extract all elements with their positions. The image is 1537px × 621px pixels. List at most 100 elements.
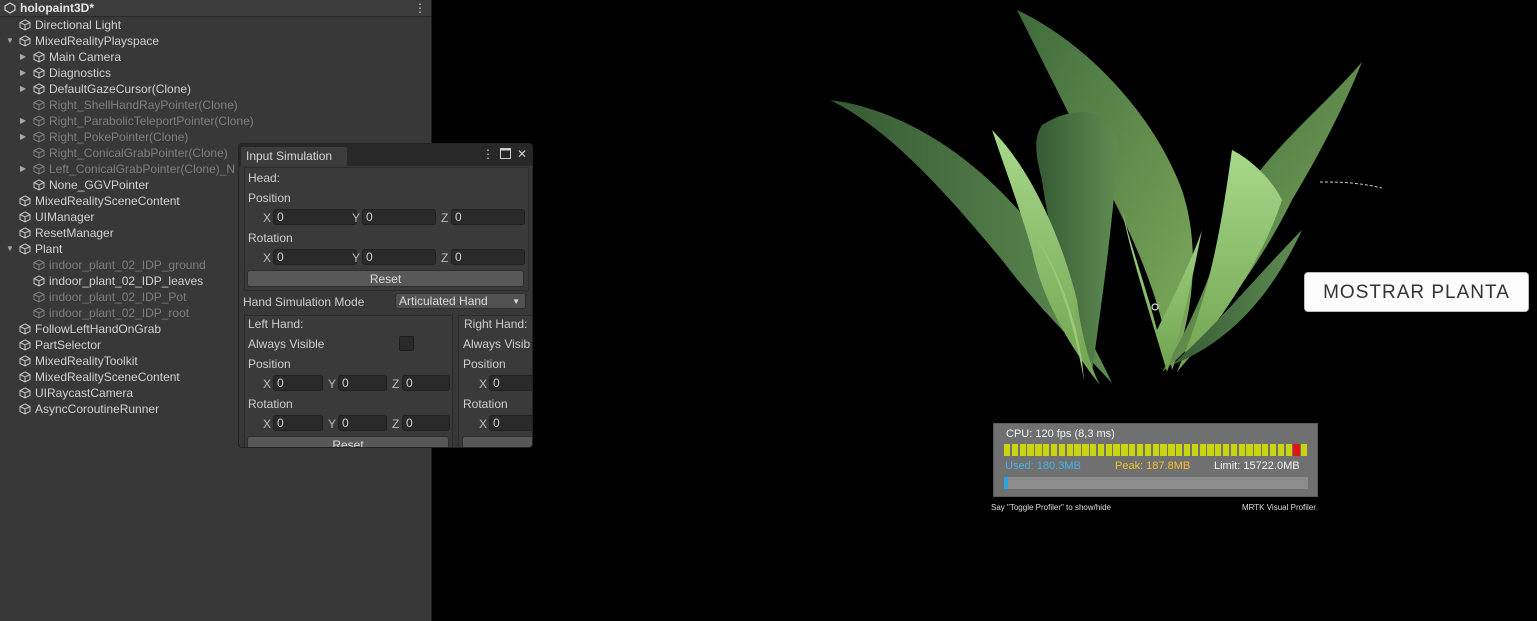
left-rotation-x-field[interactable]: 0 [273,415,323,431]
frame-bar-segment [1058,444,1066,456]
frame-bar-segment [1035,444,1042,456]
frame-bar-segment [1121,444,1128,456]
head-position-label: Position [248,191,291,205]
left-reset-button[interactable]: Reset [247,436,449,447]
hierarchy-item-label: Right_ParabolicTeleportPointer(Clone) [49,114,254,128]
hierarchy-item[interactable]: ▼ MixedRealityPlayspace [0,33,430,49]
expand-arrow-icon[interactable]: ▼ [6,33,16,49]
hierarchy-item-label: None_GGVPointer [49,178,150,192]
left-rotation-y-field[interactable]: 0 [338,415,387,431]
hierarchy-item[interactable]: ▶ Right_ParabolicTeleportPointer(Clone) [0,113,430,129]
axis-x-label: X [263,251,272,265]
gameobject-cube-icon [33,51,45,63]
close-icon[interactable]: ✕ [516,148,528,160]
hierarchy-item-label: indoor_plant_02_IDP_Pot [49,290,187,304]
hierarchy-item[interactable]: ▶ Main Camera [0,49,430,65]
frame-bar-segment [1176,444,1183,456]
memory-bar [1004,477,1308,489]
frame-bar-segment [1066,444,1073,456]
head-label: Head: [248,171,281,185]
frame-bar-segment [1277,444,1285,456]
gameobject-cube-icon [33,131,45,143]
window-tab-bar: Input Simulation ⋮ ✕ [239,144,532,166]
collapse-arrow-icon[interactable]: ▶ [20,161,30,177]
frame-bar-segment [1199,444,1206,456]
hierarchy-item-label: UIRaycastCamera [35,386,134,400]
axis-z-label: Z [441,251,449,265]
hierarchy-item[interactable]: Right_ShellHandRayPointer(Clone) [0,97,430,113]
gameobject-cube-icon [19,323,31,335]
axis-x-label: X [263,417,272,431]
hierarchy-item-label: FollowLeftHandOnGrab [35,322,162,336]
collapse-arrow-icon[interactable]: ▶ [20,49,30,65]
right-hand-label: Right Hand: [464,317,528,331]
left-position-x-field[interactable]: 0 [273,375,323,391]
hierarchy-item-label: Diagnostics [49,66,112,80]
gameobject-cube-icon [33,307,45,319]
mostrar-planta-button[interactable]: MOSTRAR PLANTA [1304,272,1529,312]
gameobject-cube-icon [19,195,31,207]
gameobject-cube-icon [19,355,31,367]
maximize-icon[interactable] [499,148,511,160]
right-reset-button[interactable] [462,436,532,447]
tab-input-simulation[interactable]: Input Simulation [241,147,347,166]
left-always-visible-checkbox[interactable] [399,336,414,351]
frame-bar-segment [1285,444,1292,456]
frame-bar-segment [1113,444,1120,456]
mrtk-visual-profiler: CPU: 120 fps (8,3 ms) Used: 180.3MB Peak… [993,423,1318,497]
frame-bar-segment [1301,444,1308,456]
head-rotation-x-field[interactable]: 0 [273,249,357,265]
frame-bar-segment [1011,444,1019,456]
frame-bar-segment [1238,444,1245,456]
gameobject-cube-icon [33,99,45,111]
hierarchy-item-label: Right_PokePointer(Clone) [49,130,189,144]
hierarchy-item-label: AsyncCoroutineRunner [35,402,160,416]
frame-bar-segment [1230,444,1238,456]
hierarchy-item[interactable]: ▶ DefaultGazeCursor(Clone) [0,81,430,97]
head-position-x-field[interactable]: 0 [273,209,357,225]
hierarchy-item[interactable]: ▶ Diagnostics [0,65,430,81]
right-rotation-x-field[interactable]: 0 [489,415,532,431]
left-position-z-field[interactable]: 0 [402,375,450,391]
head-position-y-field[interactable]: 0 [362,209,436,225]
expand-arrow-icon[interactable]: ▼ [6,241,16,257]
head-position-z-field[interactable]: 0 [451,209,525,225]
kebab-menu-icon[interactable]: ⋮ [414,1,426,15]
frame-bar-segment [1027,444,1034,456]
profiler-hint: Say "Toggle Profiler" to show/hide [991,503,1111,512]
collapse-arrow-icon[interactable]: ▶ [20,81,30,97]
collapse-arrow-icon[interactable]: ▶ [20,65,30,81]
axis-z-label: Z [392,377,400,391]
head-reset-button[interactable]: Reset [247,270,524,287]
right-position-x-field[interactable]: 0 [489,375,532,391]
head-rotation-z-field[interactable]: 0 [451,249,525,265]
scene-title[interactable]: holopaint3D* [20,1,94,15]
frame-bar-segment [1129,444,1136,456]
hierarchy-item[interactable]: Directional Light [0,17,430,33]
hierarchy-item-label: MixedRealitySceneContent [35,370,180,384]
hand-mode-value: Articulated Hand [399,294,488,308]
right-position-label: Position [463,357,506,371]
left-position-y-field[interactable]: 0 [338,375,387,391]
hand-mode-dropdown[interactable]: Articulated Hand ▼ [395,293,526,309]
hierarchy-item-label: indoor_plant_02_IDP_root [49,306,190,320]
gameobject-cube-icon [33,115,45,127]
collapse-arrow-icon[interactable]: ▶ [20,113,30,129]
collapse-arrow-icon[interactable]: ▶ [20,129,30,145]
kebab-menu-icon[interactable]: ⋮ [482,148,494,160]
frame-bar-segment [1050,444,1058,456]
frame-bar-segment [1160,444,1167,456]
hand-mode-label: Hand Simulation Mode [243,295,365,309]
frame-bar-segment [1082,444,1089,456]
frame-bar-segment [1004,444,1011,456]
gameobject-cube-icon [19,371,31,383]
input-simulation-window[interactable]: Input Simulation ⋮ ✕ Head: Position X 0 … [238,143,533,448]
left-always-visible-label: Always Visible [248,337,325,351]
axis-z-label: Z [441,211,449,225]
gameobject-cube-icon [19,387,31,399]
head-rotation-y-field[interactable]: 0 [362,249,436,265]
gameobject-cube-icon [19,403,31,415]
left-rotation-z-field[interactable]: 0 [402,415,450,431]
hierarchy-item-label: ResetManager [35,226,114,240]
frame-bar-segment [1105,444,1112,456]
